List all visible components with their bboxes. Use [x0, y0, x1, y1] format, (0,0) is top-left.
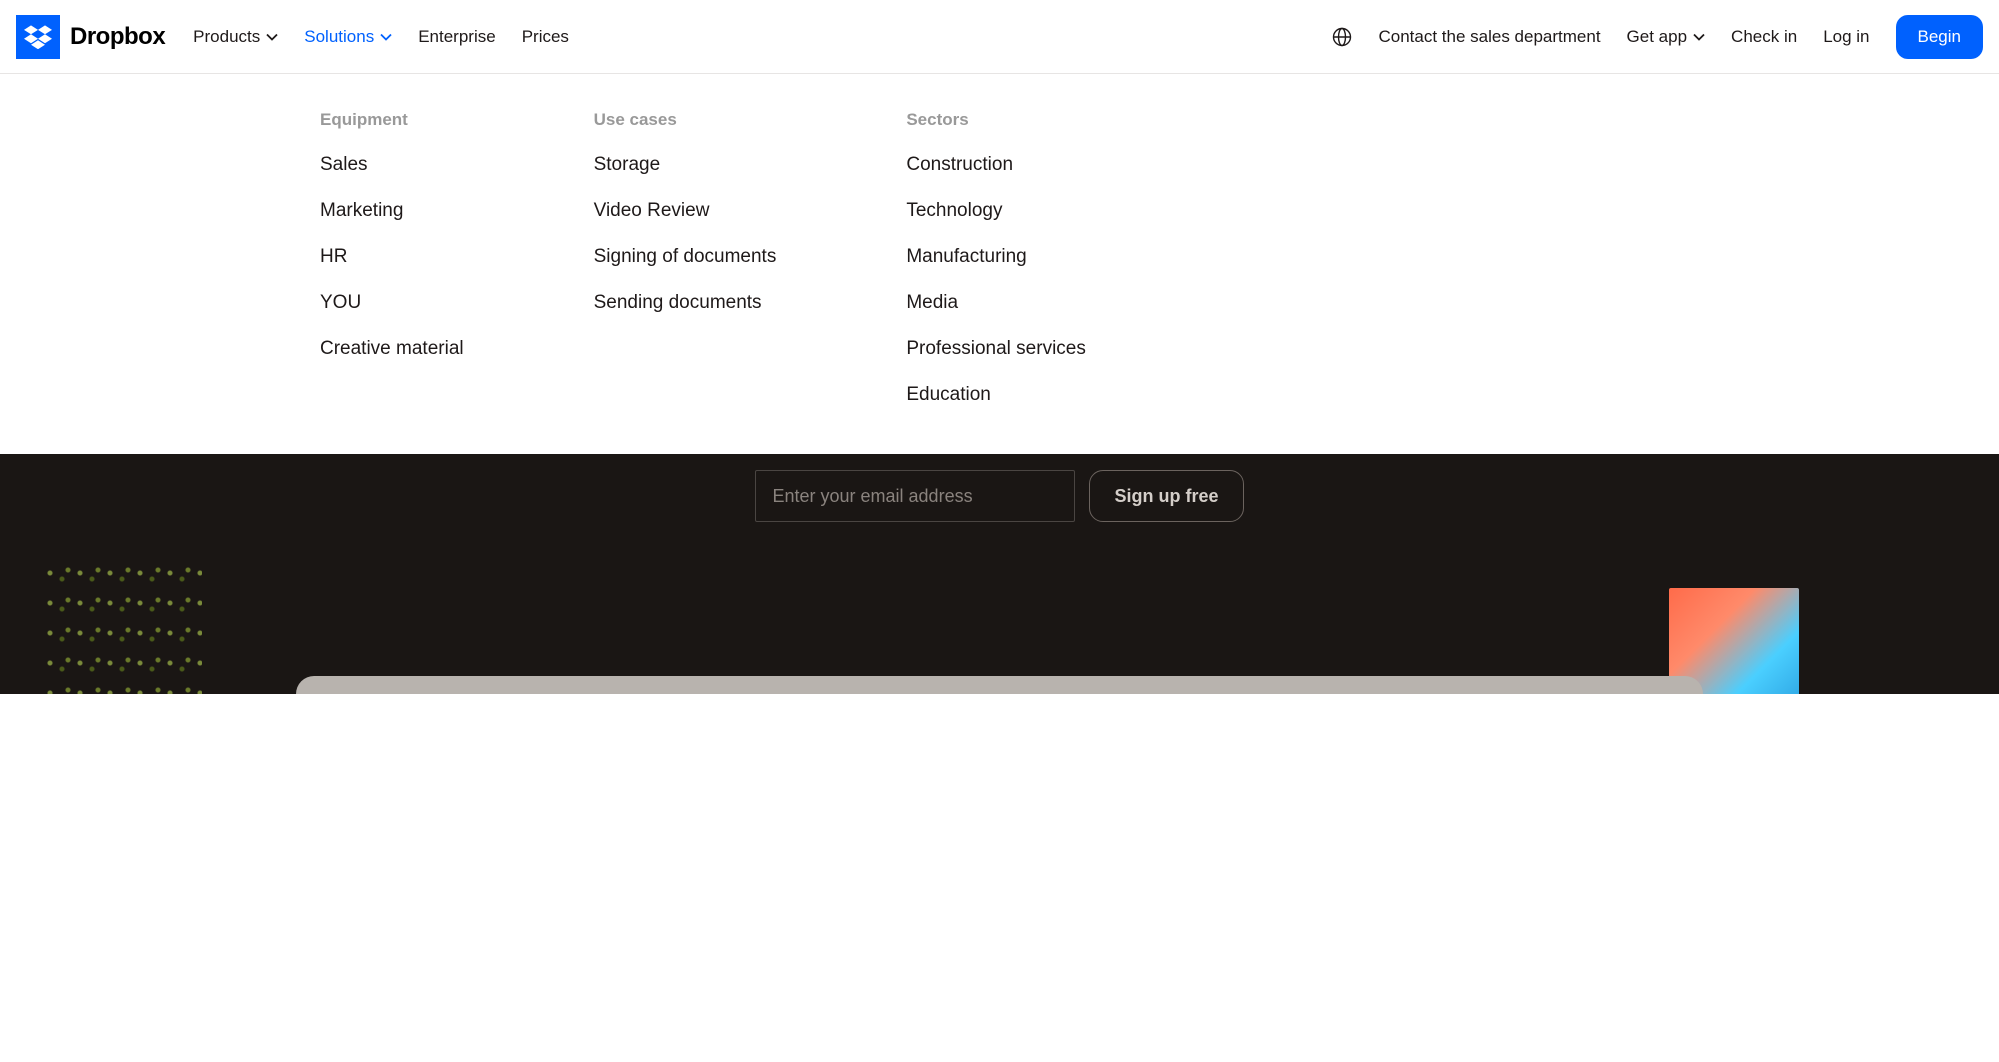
- menu-item-marketing[interactable]: Marketing: [320, 200, 464, 222]
- nav-solutions[interactable]: Solutions: [304, 27, 392, 47]
- check-in-link[interactable]: Check in: [1731, 27, 1797, 47]
- menu-item-manufacturing[interactable]: Manufacturing: [906, 246, 1086, 268]
- menu-item-technology[interactable]: Technology: [906, 200, 1086, 222]
- log-in-link[interactable]: Log in: [1823, 27, 1869, 47]
- menu-column-equipment: Equipment Sales Marketing HR YOU Creativ…: [320, 110, 464, 406]
- menu-item-construction[interactable]: Construction: [906, 154, 1086, 176]
- menu-item-media[interactable]: Media: [906, 292, 1086, 314]
- chevron-down-icon: [266, 33, 278, 41]
- nav-enterprise-label: Enterprise: [418, 27, 495, 47]
- menu-item-signing[interactable]: Signing of documents: [594, 246, 777, 268]
- signup-free-button[interactable]: Sign up free: [1089, 470, 1243, 522]
- menu-item-education[interactable]: Education: [906, 384, 1086, 406]
- menu-heading: Sectors: [906, 110, 1086, 130]
- menu-column-sectors: Sectors Construction Technology Manufact…: [906, 110, 1086, 406]
- main-header: Dropbox Products Solutions Enterprise Pr…: [0, 0, 1999, 74]
- menu-item-creative[interactable]: Creative material: [320, 338, 464, 360]
- menu-heading: Use cases: [594, 110, 777, 130]
- globe-icon[interactable]: [1332, 27, 1352, 47]
- nav-products[interactable]: Products: [193, 27, 278, 47]
- begin-button[interactable]: Begin: [1896, 15, 1983, 59]
- solutions-mega-menu: Equipment Sales Marketing HR YOU Creativ…: [0, 74, 1999, 454]
- primary-nav: Products Solutions Enterprise Prices: [193, 27, 569, 47]
- nav-prices[interactable]: Prices: [522, 27, 569, 47]
- dropbox-logo-icon: [16, 15, 60, 59]
- chevron-down-icon: [1693, 33, 1705, 41]
- brand-name: Dropbox: [70, 23, 165, 51]
- chevron-down-icon: [380, 33, 392, 41]
- menu-item-sending[interactable]: Sending documents: [594, 292, 777, 314]
- menu-item-storage[interactable]: Storage: [594, 154, 777, 176]
- get-app-label: Get app: [1627, 27, 1688, 47]
- nav-solutions-label: Solutions: [304, 27, 374, 47]
- app-topbar: [316, 692, 1683, 694]
- menu-column-usecases: Use cases Storage Video Review Signing o…: [594, 110, 777, 406]
- app-preview-window: Todos los archivos: [296, 676, 1703, 694]
- decorative-texture-left: [44, 564, 202, 694]
- header-left: Dropbox Products Solutions Enterprise Pr…: [16, 15, 569, 59]
- get-app-link[interactable]: Get app: [1627, 27, 1706, 47]
- nav-prices-label: Prices: [522, 27, 569, 47]
- nav-products-label: Products: [193, 27, 260, 47]
- menu-item-professional[interactable]: Professional services: [906, 338, 1086, 360]
- menu-item-sales[interactable]: Sales: [320, 154, 464, 176]
- menu-item-you[interactable]: YOU: [320, 292, 464, 314]
- header-right: Contact the sales department Get app Che…: [1332, 15, 1983, 59]
- email-input[interactable]: [755, 470, 1075, 522]
- signup-form: Sign up free: [755, 470, 1243, 522]
- menu-item-video-review[interactable]: Video Review: [594, 200, 777, 222]
- menu-item-hr[interactable]: HR: [320, 246, 464, 268]
- nav-enterprise[interactable]: Enterprise: [418, 27, 495, 47]
- contact-sales-link[interactable]: Contact the sales department: [1378, 27, 1600, 47]
- menu-heading: Equipment: [320, 110, 464, 130]
- logo[interactable]: Dropbox: [16, 15, 165, 59]
